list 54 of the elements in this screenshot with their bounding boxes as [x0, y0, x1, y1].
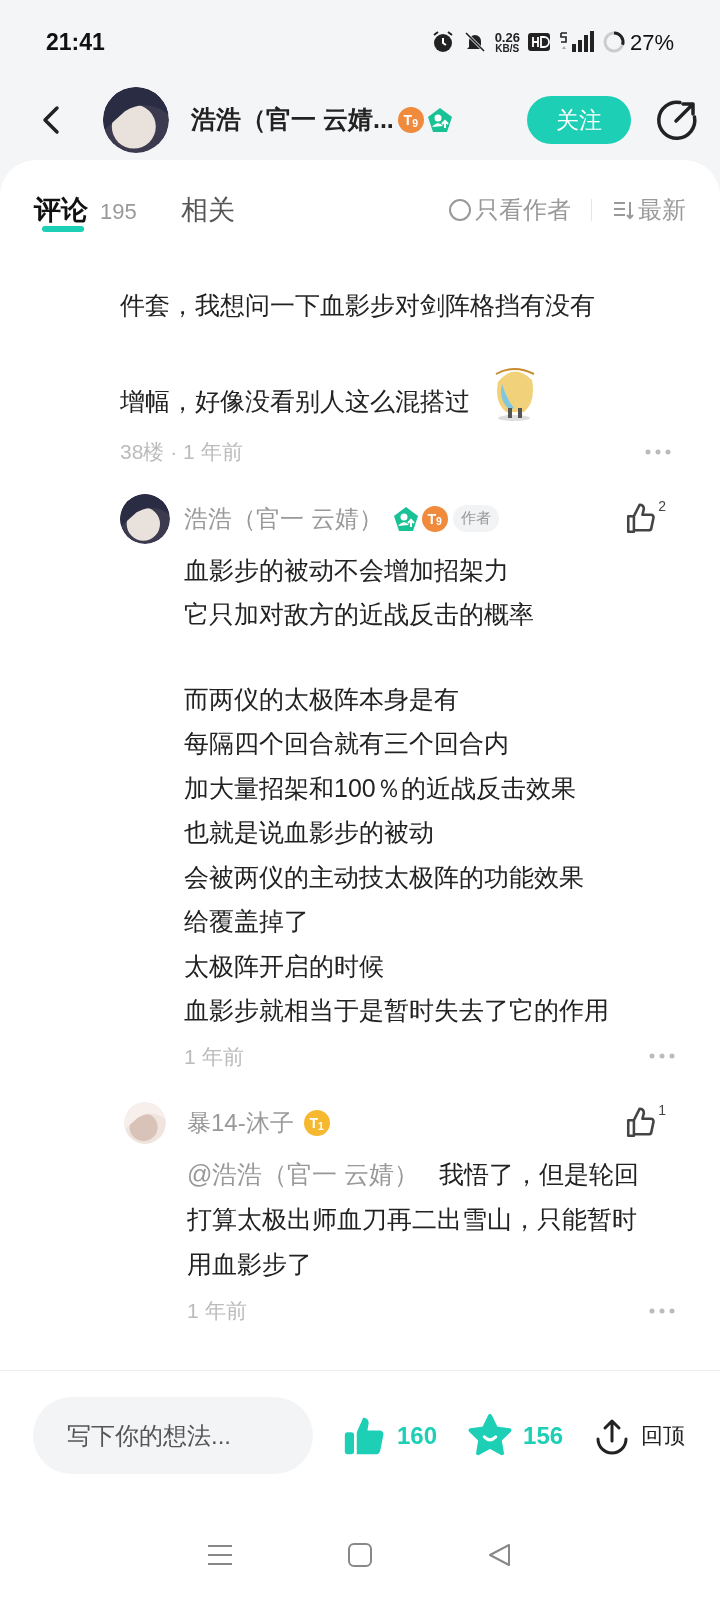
reply-text: 血影步就相当于是暂时失去了它的作用: [184, 995, 610, 1026]
level-badge: T$_{9}$: [421, 505, 448, 532]
reply-text: 加大量招架和100％的近战反击效果: [184, 772, 577, 804]
reply-text: 血影步的被动不会增加招架力: [184, 554, 510, 586]
level-badge: T$_{1}$: [303, 1110, 330, 1136]
reply-text: @浩浩（官一 云婧） 我悟了，但是轮回打算太极出师血刀再二出雪山，只能暂时用血影步了: [187, 1159, 641, 1280]
battery-percent: 27%: [629, 28, 674, 57]
network-speed: 0.26: [494, 30, 520, 44]
more-icon: [644, 447, 672, 456]
reply-text: 太极阵开启的时候: [184, 950, 385, 982]
sort-icon: [612, 199, 634, 221]
status-time: 21:41: [46, 27, 105, 57]
tab[interactable]: 相关: [180, 189, 235, 231]
follow-button[interactable]: 关注: [527, 96, 631, 144]
reply-text: 给覆盖掉了: [184, 906, 310, 937]
reply-time: 1 年前: [187, 1298, 247, 1324]
star-icon: [467, 1413, 514, 1458]
signal-5g-icon: [557, 30, 594, 54]
author-only-toggle[interactable]: 只看作者: [449, 192, 571, 228]
sort-button[interactable]: 最新: [612, 192, 686, 228]
level-badge: T$_{9}$: [397, 107, 424, 133]
menu-icon[interactable]: [207, 1543, 233, 1567]
mention-link[interactable]: @浩浩（官一 云婧）: [187, 1160, 420, 1188]
speed-unit: KB/S: [495, 43, 520, 54]
user-plus-badge-icon: [426, 107, 453, 133]
bell-off-icon: [462, 30, 487, 54]
reply-author: 暴14-沐子: [187, 1108, 294, 1138]
reply-text: 每隔四个回合就有三个回合内: [184, 728, 510, 759]
comment-meta: 38楼 · 1 年前: [120, 439, 243, 465]
reply-text: 会被两仪的主动技太极阵的功能效果: [184, 861, 585, 893]
reply-text: 也就是说血影步的被动: [184, 817, 435, 848]
avatar: [124, 1102, 166, 1144]
comment-text: 增幅，好像没看别人这么混搭过: [120, 386, 470, 417]
comment-text: 件套，我想问一下血影步对剑阵格挡有没有: [120, 290, 595, 321]
user-plus-badge-icon: [392, 505, 419, 532]
author-name: 浩浩（官一 云婧...: [191, 104, 394, 136]
author-tag: 作者: [452, 505, 499, 532]
tab[interactable]: 评论 195: [34, 189, 137, 231]
more-icon: [648, 1306, 676, 1315]
reply-time: 1 年前: [184, 1043, 244, 1070]
avatar: [120, 493, 170, 544]
hd-icon: [527, 33, 550, 51]
reply-text: 它只加对敌方的近战反击的概率: [184, 599, 535, 630]
reply-text: 而两仪的太极阵本身是有: [184, 683, 460, 715]
favorite-button[interactable]: 156: [467, 1413, 564, 1458]
back-triangle-icon[interactable]: [487, 1542, 513, 1568]
share-icon[interactable]: [656, 99, 698, 141]
more-icon: [648, 1052, 676, 1061]
battery-ring-icon: [601, 30, 626, 54]
reply-author: 浩浩（官一 云婧）: [184, 503, 383, 534]
comment-input[interactable]: 写下你的想法...: [33, 1397, 313, 1474]
back-to-top-button[interactable]: 回顶: [593, 1416, 686, 1455]
home-icon[interactable]: [347, 1542, 373, 1568]
like-button[interactable]: 160: [343, 1413, 438, 1458]
